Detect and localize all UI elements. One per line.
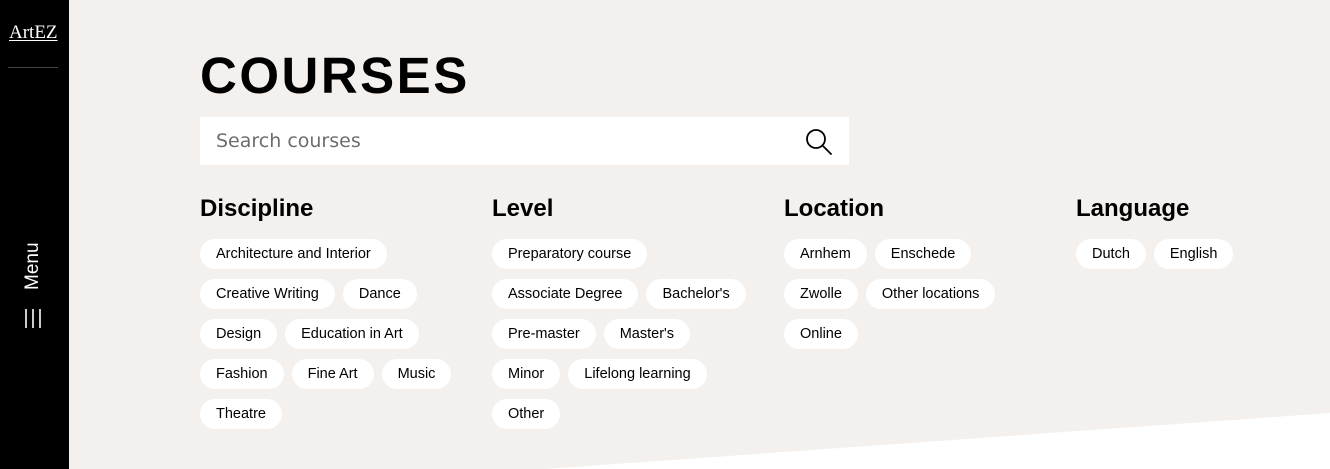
filter-chip-bachelors[interactable]: Bachelor's [646, 279, 746, 309]
filter-chip-dutch[interactable]: Dutch [1076, 239, 1146, 269]
filter-heading-discipline: Discipline [200, 195, 314, 222]
artez-logo[interactable]: ArtEZ [9, 22, 58, 44]
filter-chip-music[interactable]: Music [381, 359, 452, 389]
filter-chip-zwolle[interactable]: Zwolle [784, 279, 858, 309]
filter-group-language: Language Dutch English [1076, 194, 1306, 269]
filter-chip-creative-writing[interactable]: Creative Writing [200, 279, 335, 309]
filter-chip-pre-master[interactable]: Pre-master [492, 319, 596, 349]
filter-chip-preparatory-course[interactable]: Preparatory course [492, 239, 648, 269]
filter-chip-design[interactable]: Design [200, 319, 278, 349]
search-box [200, 117, 849, 165]
filter-chip-fine-art[interactable]: Fine Art [291, 359, 374, 389]
sidebar-divider [8, 67, 58, 68]
filter-chip-other[interactable]: Other [492, 399, 561, 429]
filter-chip-lifelong-learning[interactable]: Lifelong learning [568, 359, 707, 389]
filter-heading-level: Level [492, 195, 554, 222]
filter-options-language: Dutch English [1076, 239, 1306, 269]
filter-chip-online[interactable]: Online [784, 319, 858, 349]
filter-chip-dance[interactable]: Dance [342, 279, 417, 309]
filter-chip-masters[interactable]: Master's [603, 319, 691, 349]
filter-group-location: Location Arnhem Enschede Zwolle Other lo… [784, 194, 1044, 349]
filter-chip-fashion[interactable]: Fashion [200, 359, 284, 389]
filter-options-discipline: Architecture and Interior Creative Writi… [200, 239, 460, 429]
search-icon[interactable] [804, 127, 834, 157]
filter-options-level: Preparatory course Associate Degree Bach… [492, 239, 752, 429]
filter-chip-architecture-and-interior[interactable]: Architecture and Interior [200, 239, 387, 269]
filter-heading-location: Location [784, 195, 884, 222]
menu-button[interactable]: Menu [20, 236, 46, 332]
filter-chip-education-in-art[interactable]: Education in Art [285, 319, 419, 349]
filter-chip-associate-degree[interactable]: Associate Degree [492, 279, 639, 309]
menu-lines-icon [25, 309, 41, 328]
filter-chip-minor[interactable]: Minor [492, 359, 561, 389]
filter-chip-arnhem[interactable]: Arnhem [784, 239, 867, 269]
menu-label: Menu [22, 242, 43, 290]
filter-heading-language: Language [1076, 195, 1190, 222]
filter-chip-english[interactable]: English [1153, 239, 1234, 269]
page-title: COURSES [200, 47, 470, 104]
filter-group-level: Level Preparatory course Associate Degre… [492, 194, 752, 429]
filter-options-location: Arnhem Enschede Zwolle Other locations O… [784, 239, 1044, 349]
sidebar: ArtEZ Menu [0, 0, 69, 469]
filter-chip-enschede[interactable]: Enschede [874, 239, 972, 269]
search-input[interactable] [200, 117, 790, 165]
filter-group-discipline: Discipline Architecture and Interior Cre… [200, 194, 460, 429]
filter-chip-other-locations[interactable]: Other locations [865, 279, 996, 309]
filter-chip-theatre[interactable]: Theatre [200, 399, 282, 429]
